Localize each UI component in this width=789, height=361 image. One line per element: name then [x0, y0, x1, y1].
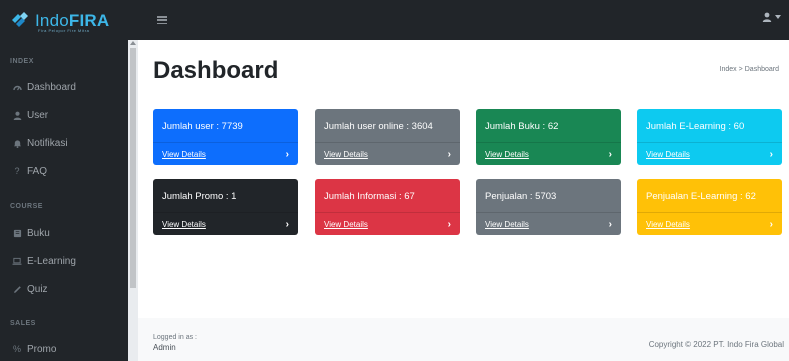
- view-details-link[interactable]: View Details: [324, 150, 368, 159]
- bell-icon: [10, 139, 24, 148]
- sidebar-item-promo[interactable]: % Promo: [10, 339, 122, 359]
- dashboard-icon: [10, 83, 24, 92]
- card-footer[interactable]: View Details ›: [315, 142, 460, 165]
- card-title: Penjualan E-Learning : 62: [646, 191, 756, 202]
- book-icon: [10, 229, 24, 238]
- breadcrumb-item-index[interactable]: Index: [720, 66, 737, 73]
- sidebar-item-label: Buku: [27, 227, 50, 239]
- sidebar-item-buku[interactable]: Buku: [10, 223, 122, 243]
- view-details-link[interactable]: View Details: [646, 220, 690, 229]
- view-details-link[interactable]: View Details: [485, 150, 529, 159]
- card-footer[interactable]: View Details ›: [637, 212, 782, 235]
- sidebar-toggle-button[interactable]: [155, 13, 169, 27]
- card-title: Jumlah user online : 3604: [324, 121, 433, 132]
- sidebar-item-faq[interactable]: ? FAQ: [10, 161, 122, 181]
- card-jumlah-user-online: Jumlah user online : 3604 View Details ›: [315, 109, 460, 165]
- chevron-right-icon: ›: [608, 218, 612, 230]
- sidebar-item-label: Notifikasi: [27, 137, 68, 149]
- card-jumlah-user: Jumlah user : 7739 View Details ›: [153, 109, 298, 165]
- logo-icon: [12, 12, 28, 27]
- card-title: Jumlah Promo : 1: [162, 191, 237, 202]
- question-icon: ?: [14, 166, 20, 176]
- view-details-link[interactable]: View Details: [162, 150, 206, 159]
- card-footer[interactable]: View Details ›: [476, 212, 621, 235]
- card-title: Jumlah E-Learning : 60: [646, 121, 745, 132]
- sidebar-item-label: Promo: [27, 343, 57, 355]
- card-footer[interactable]: View Details ›: [476, 142, 621, 165]
- sidebar-item-label: FAQ: [27, 165, 48, 177]
- top-navbar: IndoFIRA Fira Pelopor Fire Mitra: [0, 0, 789, 40]
- card-footer[interactable]: View Details ›: [315, 212, 460, 235]
- breadcrumb-separator: >: [738, 66, 743, 73]
- chevron-right-icon: ›: [447, 148, 451, 160]
- card-title: Jumlah Buku : 62: [485, 121, 559, 132]
- user-icon: [762, 12, 772, 22]
- card-penjualan: Penjualan : 5703 View Details ›: [476, 179, 621, 235]
- sidebar-heading-index: INDEX: [10, 58, 34, 65]
- view-details-link[interactable]: View Details: [485, 220, 529, 229]
- scroll-up-arrow-icon[interactable]: [130, 41, 136, 45]
- sidebar-item-notifikasi[interactable]: Notifikasi: [10, 133, 122, 153]
- chevron-right-icon: ›: [769, 218, 773, 230]
- view-details-link[interactable]: View Details: [324, 220, 368, 229]
- sidebar-item-e-learning[interactable]: E-Learning: [10, 251, 122, 271]
- breadcrumb-item-dashboard: Dashboard: [744, 66, 779, 73]
- card-title: Penjualan : 5703: [485, 191, 557, 202]
- card-footer[interactable]: View Details ›: [153, 142, 298, 165]
- chevron-right-icon: ›: [285, 218, 289, 230]
- card-footer[interactable]: View Details ›: [637, 142, 782, 165]
- breadcrumb: Index > Dashboard: [720, 66, 779, 73]
- page-footer: Logged in as : Admin Copyright © 2022 PT…: [138, 318, 789, 361]
- chevron-right-icon: ›: [447, 218, 451, 230]
- card-jumlah-buku: Jumlah Buku : 62 View Details ›: [476, 109, 621, 165]
- pencil-icon: [10, 285, 24, 294]
- user-icon: [10, 111, 24, 120]
- chevron-right-icon: ›: [285, 148, 289, 160]
- chevron-right-icon: ›: [608, 148, 612, 160]
- card-title: Jumlah Informasi : 67: [324, 191, 415, 202]
- view-details-link[interactable]: View Details: [162, 220, 206, 229]
- chevron-down-icon: [775, 15, 781, 19]
- percent-icon: %: [12, 344, 21, 354]
- card-title: Jumlah user : 7739: [162, 121, 243, 132]
- chevron-right-icon: ›: [769, 148, 773, 160]
- card-jumlah-promo: Jumlah Promo : 1 View Details ›: [153, 179, 298, 235]
- sidebar-scrollbar[interactable]: [128, 40, 138, 361]
- card-penjualan-e-learning: Penjualan E-Learning : 62 View Details ›: [637, 179, 782, 235]
- copyright-text: Copyright © 2022 PT. Indo Fira Global: [648, 340, 784, 349]
- view-details-link[interactable]: View Details: [646, 150, 690, 159]
- logged-in-label: Logged in as :: [153, 334, 197, 341]
- sidebar-item-label: Dashboard: [27, 81, 76, 93]
- brand[interactable]: IndoFIRA Fira Pelopor Fire Mitra: [0, 0, 132, 40]
- user-menu-button[interactable]: [762, 12, 781, 22]
- sidebar-item-quiz[interactable]: Quiz: [10, 279, 122, 299]
- sidebar: INDEX Dashboard User Notifikasi ? FAQ CO…: [0, 40, 132, 361]
- sidebar-item-label: Quiz: [27, 283, 48, 295]
- logged-in-info: Logged in as : Admin: [153, 333, 197, 353]
- sidebar-item-label: User: [27, 109, 49, 121]
- brand-name: IndoFIRA: [35, 10, 110, 30]
- main-content: Dashboard Index > Dashboard Jumlah user : …: [138, 40, 789, 361]
- page-title: Dashboard: [153, 57, 279, 84]
- card-footer[interactable]: View Details ›: [153, 212, 298, 235]
- sidebar-item-user[interactable]: User: [10, 105, 122, 125]
- scroll-thumb[interactable]: [130, 48, 136, 288]
- card-jumlah-e-learning: Jumlah E-Learning : 60 View Details ›: [637, 109, 782, 165]
- sidebar-item-label: E-Learning: [27, 255, 76, 267]
- card-jumlah-informasi: Jumlah Informasi : 67 View Details ›: [315, 179, 460, 235]
- brand-tagline: Fira Pelopor Fire Mitra: [38, 28, 90, 33]
- sidebar-heading-sales: SALES: [10, 320, 36, 327]
- sidebar-heading-course: COURSE: [10, 203, 43, 210]
- laptop-icon: [10, 257, 24, 266]
- logged-in-user: Admin: [153, 343, 176, 352]
- sidebar-item-dashboard[interactable]: Dashboard: [10, 77, 122, 97]
